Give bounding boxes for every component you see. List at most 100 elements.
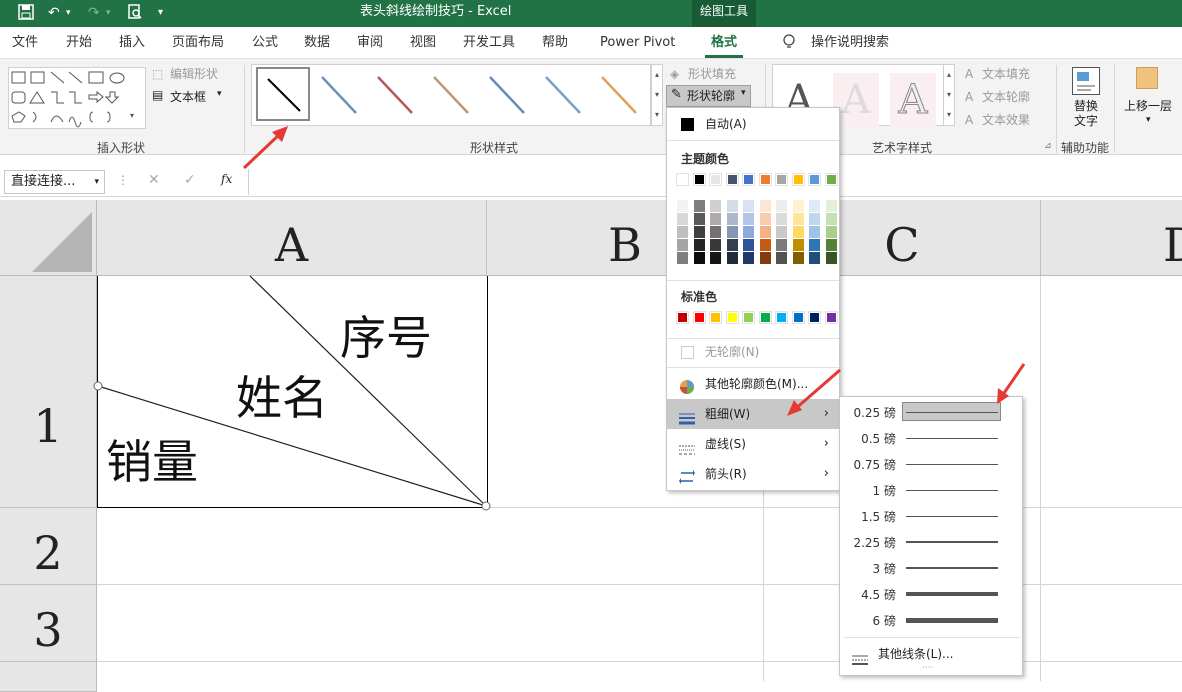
tab-file[interactable]: 文件 [12, 34, 38, 52]
theme-shade-swatch[interactable] [677, 213, 688, 225]
tab-developer[interactable]: 开发工具 [463, 34, 515, 52]
connector-handle-end[interactable] [481, 501, 491, 511]
shape-outline-button[interactable]: ✎ 形状轮廓 ▾ [666, 85, 751, 107]
theme-shade-swatch[interactable] [693, 226, 705, 238]
tab-format[interactable]: 格式 [711, 34, 737, 52]
theme-shade-swatch[interactable] [743, 213, 754, 225]
bring-forward-dropdown-icon[interactable]: ▾ [1146, 115, 1151, 125]
style-swatch-lines[interactable] [316, 69, 646, 121]
theme-shade-swatch[interactable] [693, 200, 705, 212]
dialog-launcher-icon[interactable]: ⊿ [1044, 141, 1052, 151]
theme-shade-swatch[interactable] [776, 252, 787, 264]
alt-text-button-line1[interactable]: 替换 [1074, 99, 1098, 114]
standard-color-swatch[interactable] [676, 311, 689, 324]
line-weight-option[interactable]: 0.25 磅 [840, 400, 1022, 426]
alt-text-button-line2[interactable]: 文字 [1074, 114, 1098, 129]
undo-dropdown-icon[interactable]: ▾ [66, 4, 71, 22]
line-weight-option[interactable]: 1.5 磅 [840, 504, 1022, 530]
theme-shade-swatch[interactable] [776, 213, 787, 225]
style-swatch-selected[interactable] [256, 67, 310, 121]
line-weight-option[interactable]: 4.5 磅 [840, 582, 1022, 608]
theme-color-swatch[interactable] [808, 173, 821, 186]
theme-color-swatch[interactable] [775, 173, 788, 186]
row-header-3[interactable]: 3 [0, 585, 97, 662]
standard-color-swatch[interactable] [758, 311, 772, 324]
select-all-corner[interactable] [0, 200, 97, 276]
theme-shade-swatch[interactable] [726, 252, 738, 264]
standard-color-swatch[interactable] [775, 311, 788, 324]
theme-shade-swatch[interactable] [809, 226, 820, 238]
row-header-4[interactable] [0, 662, 97, 692]
theme-shade-swatch[interactable] [809, 239, 820, 251]
theme-color-swatch[interactable] [791, 173, 805, 186]
theme-color-swatch[interactable] [709, 173, 722, 186]
theme-color-swatch[interactable] [758, 173, 772, 186]
theme-shade-swatch[interactable] [776, 226, 787, 238]
theme-shade-swatch[interactable] [693, 252, 705, 264]
line-weight-option[interactable]: 0.75 磅 [840, 452, 1022, 478]
theme-shade-swatch[interactable] [710, 200, 721, 212]
standard-color-swatch[interactable] [709, 311, 722, 324]
theme-shade-swatch[interactable] [825, 252, 837, 264]
tab-home[interactable]: 开始 [66, 34, 92, 52]
tab-help[interactable]: 帮助 [542, 34, 568, 52]
line-weight-option[interactable]: 0.5 磅 [840, 426, 1022, 452]
theme-shade-swatch[interactable] [693, 239, 705, 251]
menu-item-dashes[interactable]: 虚线(S) › [667, 430, 839, 458]
name-box[interactable]: 直接连接... ▾ [4, 170, 105, 194]
theme-shade-swatch[interactable] [710, 226, 721, 238]
theme-shade-swatch[interactable] [710, 239, 721, 251]
tell-me-search[interactable]: 操作说明搜索 [811, 34, 889, 52]
shape-styles-gallery[interactable] [251, 64, 651, 126]
theme-shade-swatch[interactable] [792, 200, 804, 212]
theme-color-swatch[interactable] [742, 173, 755, 186]
bring-forward-button[interactable]: 上移一层 [1124, 99, 1172, 114]
tab-data[interactable]: 数据 [304, 34, 330, 52]
save-icon[interactable] [18, 4, 34, 22]
theme-shade-swatch[interactable] [759, 200, 771, 212]
theme-shade-swatch[interactable] [759, 239, 771, 251]
tab-page-layout[interactable]: 页面布局 [172, 34, 224, 52]
connector-handle-start[interactable] [93, 381, 103, 391]
theme-shade-swatch[interactable] [726, 213, 738, 225]
theme-shade-swatch[interactable] [743, 200, 754, 212]
menu-item-no-outline[interactable]: 无轮廓(N) [667, 338, 839, 366]
theme-shade-swatch[interactable] [677, 226, 688, 238]
shapes-gallery[interactable] [8, 67, 146, 129]
column-header-a[interactable]: A [97, 200, 487, 276]
theme-shade-swatch[interactable] [792, 252, 804, 264]
theme-shade-swatch[interactable] [677, 252, 688, 264]
wordart-style-outline[interactable]: A [890, 73, 936, 127]
theme-shade-swatch[interactable] [776, 200, 787, 212]
line-weight-option[interactable]: 3 磅 [840, 556, 1022, 582]
customize-toolbar-icon[interactable]: ▾ [158, 4, 163, 22]
theme-color-swatch[interactable] [725, 173, 739, 186]
standard-color-swatch[interactable] [725, 311, 739, 324]
theme-shade-swatch[interactable] [809, 252, 820, 264]
theme-shade-swatch[interactable] [809, 200, 820, 212]
theme-shade-swatch[interactable] [825, 239, 837, 251]
menu-item-auto[interactable]: 自动(A) [667, 110, 839, 138]
standard-color-swatch[interactable] [692, 311, 706, 324]
textbox-dropdown-icon[interactable]: ▾ [217, 89, 222, 99]
theme-shade-swatch[interactable] [726, 226, 738, 238]
row-header-1[interactable]: 1 [0, 276, 97, 508]
theme-shade-swatch[interactable] [792, 226, 804, 238]
tab-review[interactable]: 审阅 [357, 34, 383, 52]
theme-shade-swatch[interactable] [792, 239, 804, 251]
theme-shade-swatch[interactable] [776, 239, 787, 251]
tab-power-pivot[interactable]: Power Pivot [600, 34, 675, 52]
line-weight-option[interactable]: 1 磅 [840, 478, 1022, 504]
column-header-d[interactable]: D [1041, 200, 1182, 276]
theme-shade-swatch[interactable] [825, 226, 837, 238]
theme-shade-swatch[interactable] [743, 239, 754, 251]
undo-icon[interactable]: ↶ [48, 4, 60, 22]
menu-item-more-colors[interactable]: 其他轮廓颜色(M)... [667, 370, 839, 398]
tab-insert[interactable]: 插入 [119, 34, 145, 52]
theme-shade-swatch[interactable] [743, 252, 754, 264]
theme-color-swatch[interactable] [824, 173, 838, 186]
standard-color-swatch[interactable] [824, 311, 838, 324]
tab-view[interactable]: 视图 [410, 34, 436, 52]
theme-shade-swatch[interactable] [726, 200, 738, 212]
standard-color-swatch[interactable] [742, 311, 755, 324]
